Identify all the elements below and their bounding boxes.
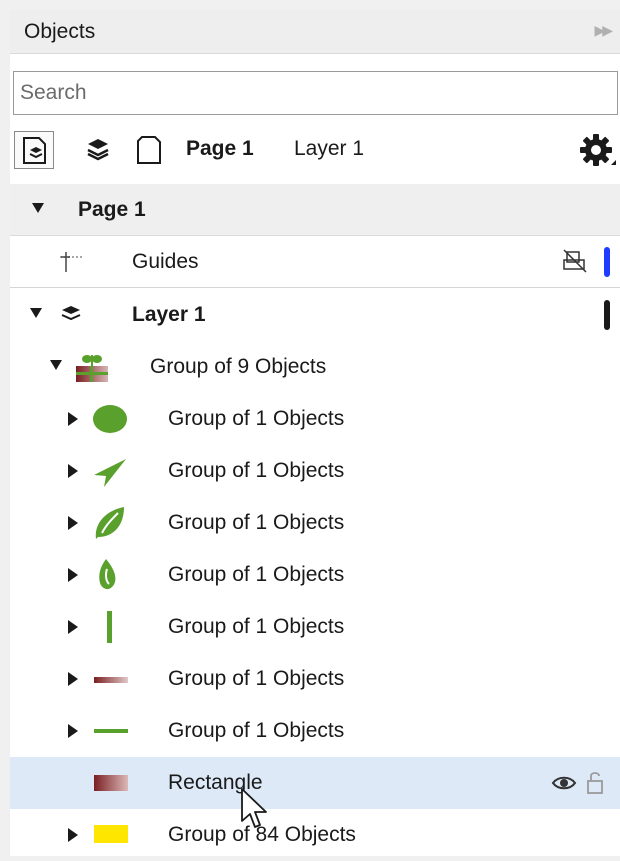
child-label: Group of 1 Objects	[168, 615, 345, 638]
rectangle-label: Rectangle	[168, 771, 263, 794]
current-layer-label[interactable]: Layer 1	[294, 137, 364, 161]
expand-triangle-icon[interactable]	[68, 445, 84, 497]
layer-label: Layer 1	[132, 303, 206, 326]
page-layer-view-icon[interactable]	[14, 131, 54, 169]
gear-icon[interactable]	[578, 129, 618, 171]
child-label: Group of 1 Objects	[168, 407, 345, 430]
current-page-label[interactable]: Page 1	[186, 137, 254, 161]
collapse-triangle-icon[interactable]	[32, 184, 48, 236]
layers-icon	[58, 289, 98, 341]
group-thumbnail-icon	[72, 341, 112, 393]
panel-title: Objects	[24, 20, 96, 43]
collapse-triangle-icon[interactable]	[50, 341, 66, 393]
tree-row-child[interactable]: Group of 1 Objects	[10, 653, 620, 705]
ellipse-icon	[90, 393, 130, 445]
layer-color-bar	[604, 300, 610, 330]
child-label: Group of 1 Objects	[168, 667, 345, 690]
layer-color-bar	[604, 247, 610, 277]
expand-triangle-icon[interactable]	[68, 809, 84, 861]
expand-triangle-icon[interactable]	[68, 601, 84, 653]
group-label: Group of 9 Objects	[150, 355, 327, 378]
yellow-rectangle-icon	[90, 809, 130, 861]
expand-triangle-icon[interactable]	[68, 497, 84, 549]
child-label: Group of 1 Objects	[168, 511, 345, 534]
tree-row-child[interactable]: Group of 1 Objects	[10, 601, 620, 653]
tree-row-child[interactable]: Group of 1 Objects	[10, 549, 620, 601]
tree-row-child[interactable]: Group of 1 Objects	[10, 393, 620, 445]
tree-row-page[interactable]: Page 1	[10, 184, 620, 236]
tree-row-group9[interactable]: Group of 9 Objects	[10, 341, 620, 393]
paper-plane-shape-icon	[90, 445, 130, 497]
guides-icon	[56, 236, 96, 288]
gradient-line-icon	[90, 653, 130, 705]
objects-toolbar: Page 1 Layer 1	[10, 125, 620, 177]
rectangle-icon	[90, 757, 130, 809]
search-input[interactable]	[13, 71, 618, 115]
double-chevron-right-icon[interactable]: ▶▶	[594, 22, 612, 39]
child-label: Group of 1 Objects	[168, 719, 345, 742]
collapse-triangle-icon[interactable]	[30, 289, 46, 341]
tree-row-rectangle[interactable]: Rectangle	[10, 757, 620, 809]
teardrop-icon	[90, 549, 130, 601]
leaf-icon	[90, 497, 130, 549]
vertical-line-icon	[90, 601, 130, 653]
tree-row-group84[interactable]: Group of 84 Objects	[10, 809, 620, 861]
expand-triangle-icon[interactable]	[68, 653, 84, 705]
page-label: Page 1	[78, 198, 146, 221]
objects-panel: Objects ▶▶ Page 1 Layer 1	[10, 10, 620, 856]
tree-row-child[interactable]: Group of 1 Objects	[10, 445, 620, 497]
tree-row-layer[interactable]: Layer 1	[10, 289, 620, 341]
panel-titlebar: Objects ▶▶	[10, 10, 620, 54]
print-disabled-icon[interactable]	[562, 236, 588, 288]
layers-icon[interactable]	[78, 131, 118, 169]
expand-triangle-icon[interactable]	[68, 549, 84, 601]
page-icon[interactable]	[132, 131, 172, 169]
tree-row-guides[interactable]: Guides	[10, 236, 620, 288]
unlock-icon[interactable]	[584, 757, 608, 809]
tree-row-child[interactable]: Group of 1 Objects	[10, 705, 620, 757]
expand-triangle-icon[interactable]	[68, 705, 84, 757]
child-label: Group of 1 Objects	[168, 563, 345, 586]
child-label: Group of 1 Objects	[168, 459, 345, 482]
tree-row-child[interactable]: Group of 1 Objects	[10, 497, 620, 549]
group84-label: Group of 84 Objects	[168, 823, 356, 846]
eye-icon[interactable]	[551, 757, 577, 809]
expand-triangle-icon[interactable]	[68, 393, 84, 445]
guides-label: Guides	[132, 250, 199, 273]
horizontal-line-icon	[90, 705, 130, 757]
